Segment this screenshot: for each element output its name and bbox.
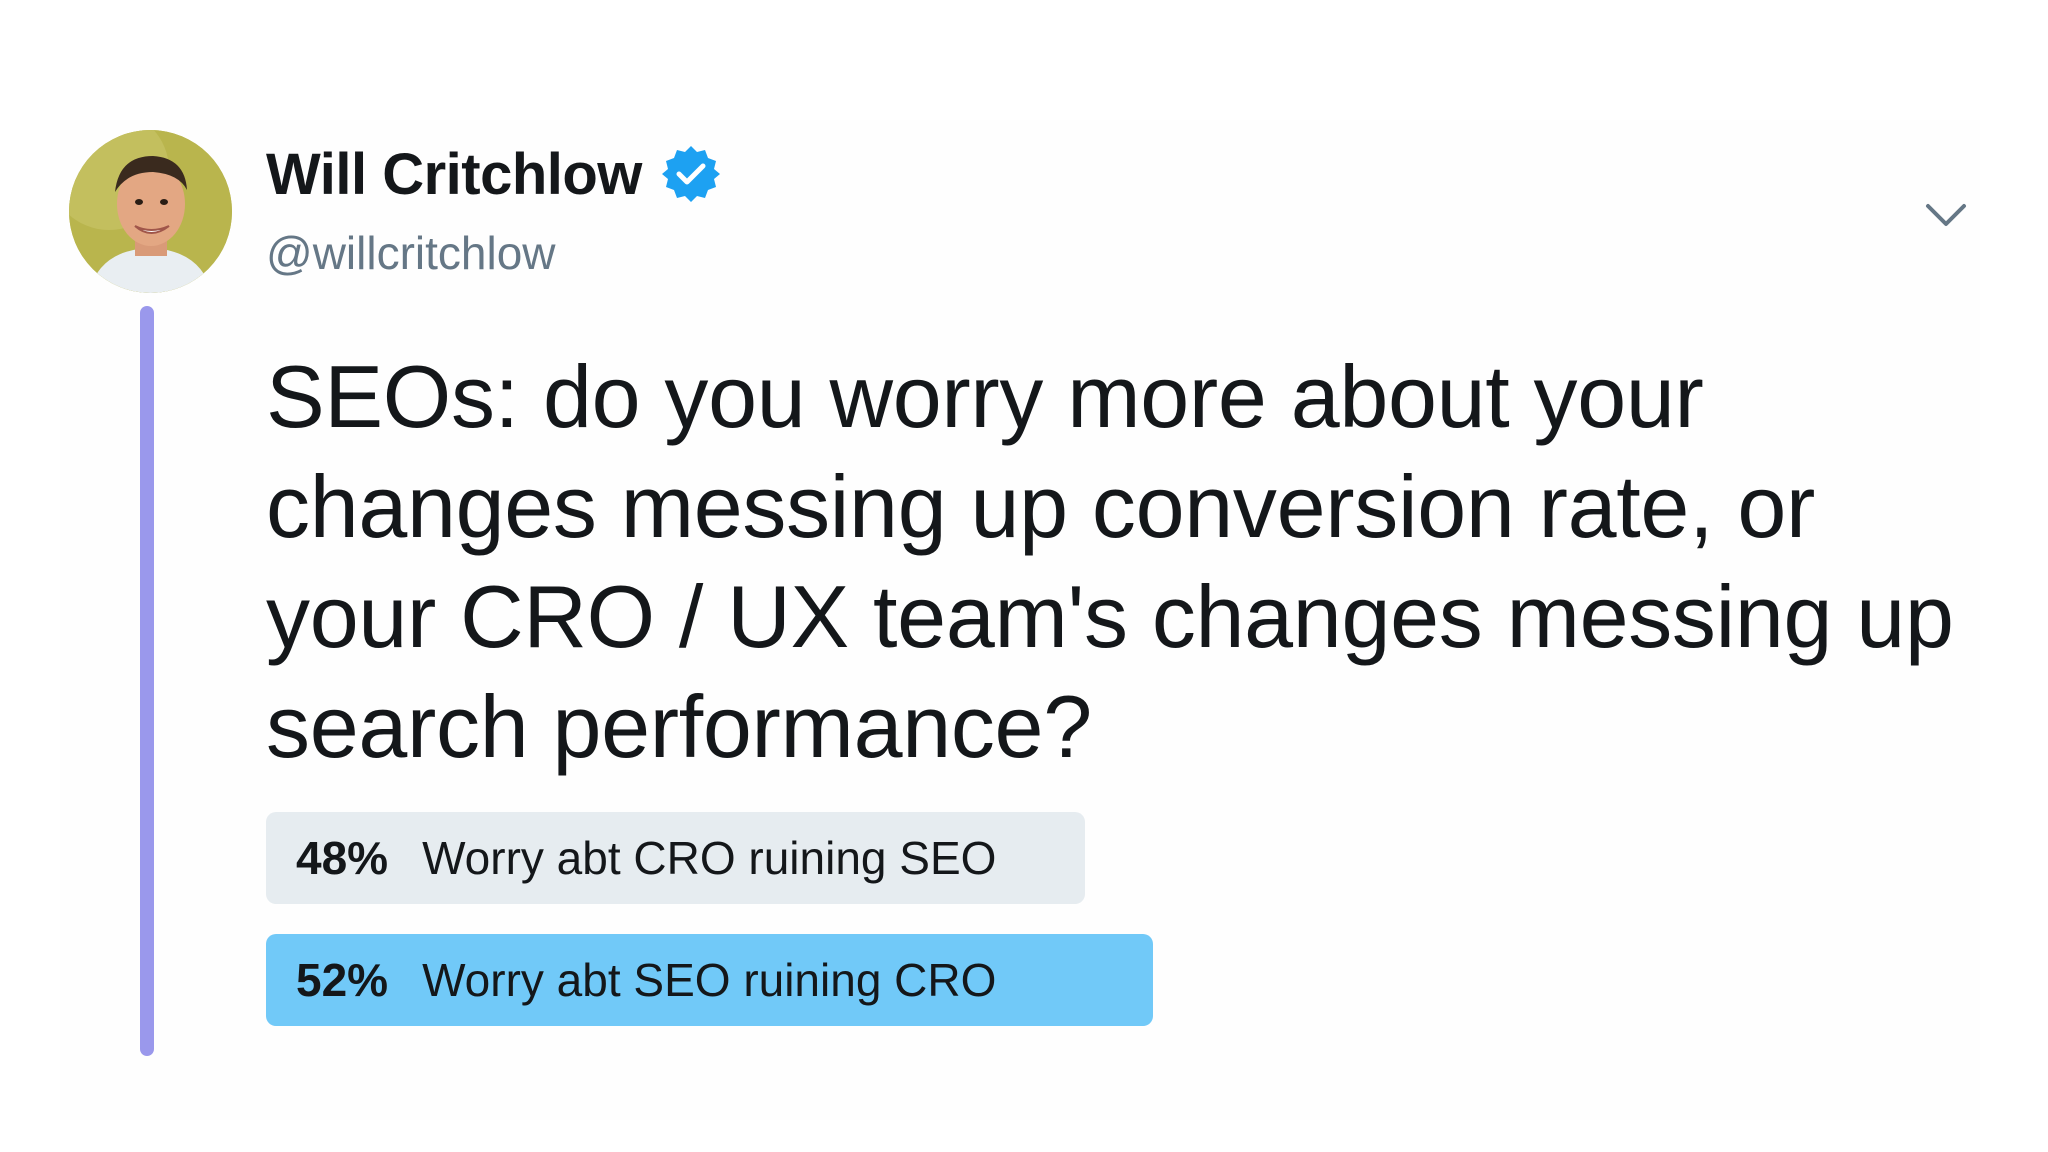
verified-badge-icon [660,143,722,205]
author-handle[interactable]: @willcritchlow [266,226,556,280]
poll-option-2: 52% Worry abt SEO ruining CRO [266,934,1666,1026]
tweet-screenshot: Will Critchlow @willcritchlow SEOs: do y… [0,0,2048,1152]
avatar[interactable] [69,130,232,293]
display-name[interactable]: Will Critchlow [266,141,642,208]
poll-option-1: 48% Worry abt CRO ruining SEO [266,812,1666,904]
poll-option-label: 52% Worry abt SEO ruining CRO [296,934,996,1026]
poll: 48% Worry abt CRO ruining SEO 52% Worry … [266,812,1666,1056]
poll-percent: 52% [296,954,389,1006]
avatar-photo-icon [69,130,232,293]
chevron-down-icon[interactable] [1922,196,1970,236]
poll-option-label: 48% Worry abt CRO ruining SEO [296,812,996,904]
poll-option-text: Worry abt SEO ruining CRO [422,954,997,1006]
thread-line [140,306,154,1056]
tweet-text: SEOs: do you worry more about your chang… [266,347,1954,776]
poll-percent: 48% [296,832,389,884]
author-name-row: Will Critchlow [266,138,722,210]
poll-option-text: Worry abt CRO ruining SEO [422,832,997,884]
